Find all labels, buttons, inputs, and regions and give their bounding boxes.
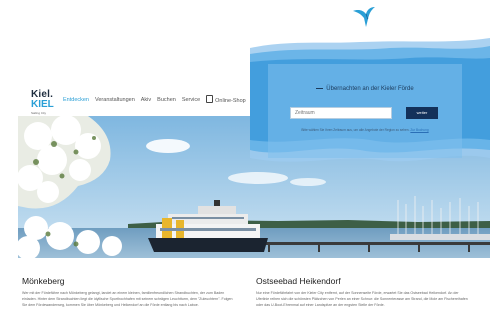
booking-note: Bitte wählen Sie Ihren Zeitraum aus, um … xyxy=(268,128,462,132)
shopping-bag-icon xyxy=(206,95,214,103)
search-button[interactable]: weiter xyxy=(406,107,438,119)
booking-widget: Übernachten an der Kieler Förde weiter B… xyxy=(268,64,462,158)
booking-title-text: Übernachten an der Kieler Förde xyxy=(326,86,414,92)
article-title[interactable]: Mönkeberg xyxy=(22,276,237,287)
nav-item-aktiv[interactable]: Akiv xyxy=(141,97,151,103)
article-text: Wer mit der Fördefähre nach Mönkeberg ge… xyxy=(22,291,233,307)
nav-item-service[interactable]: Service xyxy=(182,97,200,103)
logo-wordmark-sub: KIEL xyxy=(31,99,54,110)
date-range-input[interactable] xyxy=(290,107,392,119)
article-text: Nur eine Fördefährfahrt von der Kieler C… xyxy=(256,291,468,307)
nav-item-online-shop[interactable]: Online-Shop xyxy=(206,95,246,104)
logo-tagline: Sailing City xyxy=(31,111,47,115)
main-nav: Entdecken Veranstaltungen Akiv Buchen Se… xyxy=(63,95,246,104)
article-moenkeberg: Mönkeberg Wer mit der Fördefähre nach Mö… xyxy=(22,276,237,308)
booking-note-link[interactable]: Zur Buchung xyxy=(410,128,428,132)
kiel-logo[interactable]: Kiel. KIEL Sailing City xyxy=(31,90,57,116)
booking-note-text: Bitte wählen Sie Ihren Zeitraum aus, um … xyxy=(301,128,410,132)
nav-item-buchen[interactable]: Buchen xyxy=(157,97,176,103)
bed-icon xyxy=(316,85,324,89)
nav-item-entdecken[interactable]: Entdecken xyxy=(63,97,89,103)
article-heikendorf: Ostseebad Heikendorf Nur eine Fördefährf… xyxy=(256,276,471,308)
nav-item-online-shop-label: Online-Shop xyxy=(215,98,246,104)
booking-title: Übernachten an der Kieler Förde xyxy=(268,85,462,92)
article-title[interactable]: Ostseebad Heikendorf xyxy=(256,276,471,287)
nav-item-veranstaltungen[interactable]: Veranstaltungen xyxy=(95,97,135,103)
